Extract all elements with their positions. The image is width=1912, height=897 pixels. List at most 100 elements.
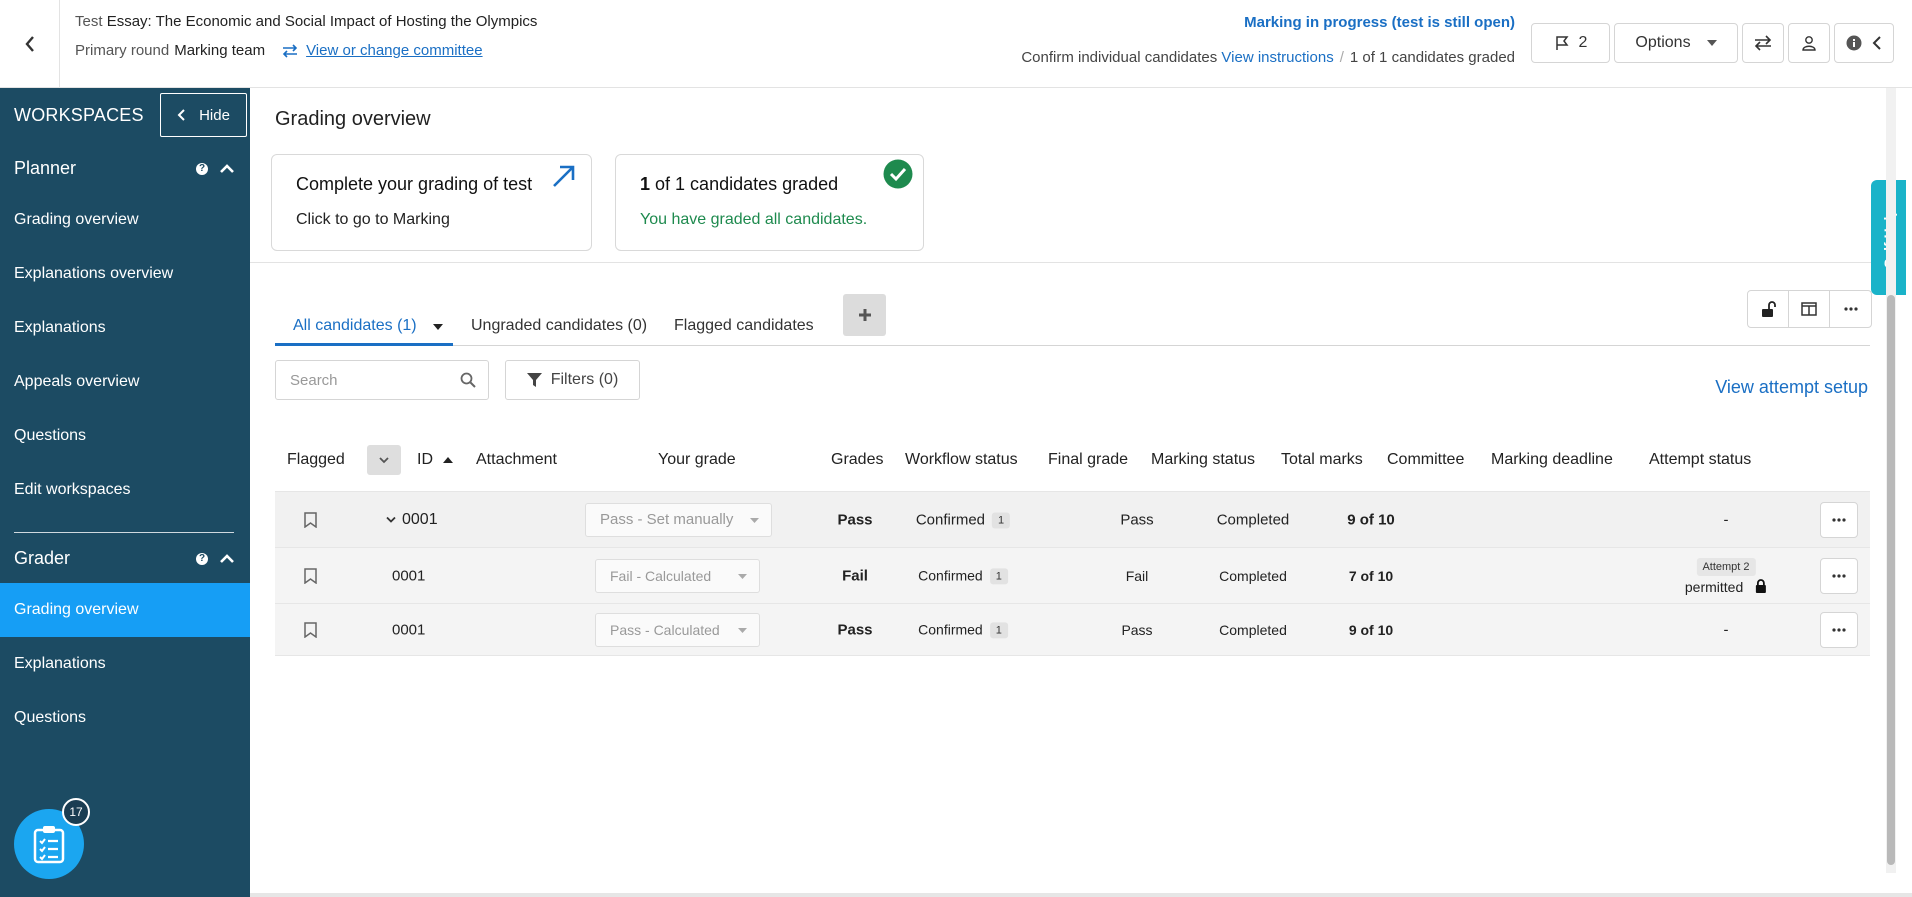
table-row[interactable]: 0001 Fail - Calculated Fail Confirmed 1 F…	[275, 547, 1870, 603]
sort-asc-icon	[443, 456, 454, 463]
tab-all-candidates[interactable]: All candidates (1)	[275, 306, 453, 346]
chevron-left-icon	[1872, 36, 1881, 50]
tab-flagged-candidates[interactable]: Flagged candidates	[674, 306, 814, 346]
add-tab-button[interactable]	[843, 294, 886, 336]
marking-card-title: Complete your grading of test	[296, 174, 533, 194]
user-button[interactable]	[1788, 23, 1830, 63]
caret-down-icon	[738, 573, 747, 579]
flags-button[interactable]: 2	[1531, 23, 1610, 63]
workflow-count-badge: 1	[992, 512, 1011, 529]
workflow-status-label: Confirmed	[918, 620, 983, 637]
info-icon	[1846, 35, 1862, 51]
table-row[interactable]: 0001 Pass - Set manually Pass Confirmed 1…	[275, 491, 1870, 547]
more-tools-button[interactable]	[1830, 291, 1871, 327]
help-icon[interactable]: ?	[196, 162, 208, 175]
col-grades[interactable]: Grades	[831, 451, 883, 469]
more-icon	[1843, 307, 1858, 311]
chevron-up-icon[interactable]	[220, 554, 234, 563]
sidebar-item-appeals-overview[interactable]: Appeals overview	[0, 355, 250, 409]
sidebar-item-planner-grading-overview[interactable]: Grading overview	[0, 193, 250, 247]
your-grade-select[interactable]: Pass - Calculated	[595, 612, 760, 647]
chevron-up-icon[interactable]	[220, 164, 234, 173]
planner-section-header[interactable]: Planner ?	[14, 158, 234, 179]
view-instructions-link[interactable]: View instructions	[1221, 49, 1333, 66]
your-grade-value: Pass - Set manually	[600, 511, 734, 528]
round-line: Primary round Marking team View or chang…	[75, 42, 483, 59]
view-attempt-setup-link[interactable]: View attempt setup	[1715, 377, 1868, 398]
sidebar-item-grader-grading-overview[interactable]: Grading overview	[0, 583, 250, 637]
col-attachment[interactable]: Attachment	[476, 451, 557, 469]
col-marking-status[interactable]: Marking status	[1151, 451, 1255, 469]
attempt-status-value: -	[1723, 511, 1729, 528]
filters-button[interactable]: Filters (0)	[505, 360, 640, 400]
grader-title: Grader	[14, 548, 71, 568]
planner-title: Planner	[14, 158, 77, 178]
top-header: Test Essay: The Economic and Social Impa…	[0, 0, 1912, 88]
bookmark-icon[interactable]	[304, 511, 317, 528]
col-total-marks[interactable]: Total marks	[1281, 451, 1363, 469]
sidebar-item-planner-explanations[interactable]: Explanations	[0, 301, 250, 355]
go-to-marking-card[interactable]: Complete your grading of test Click to g…	[271, 154, 592, 251]
col-id[interactable]: ID	[417, 451, 454, 469]
col-workflow-status[interactable]: Workflow status	[905, 451, 1018, 469]
chevron-down-icon[interactable]	[386, 516, 396, 523]
sidebar-item-grader-explanations[interactable]: Explanations	[0, 637, 250, 691]
tab-label: All candidates (1)	[293, 317, 417, 334]
swap-icon	[282, 43, 298, 58]
sidebar-item-grader-questions[interactable]: Questions	[0, 691, 250, 745]
info-panel-button[interactable]	[1834, 23, 1894, 63]
switch-button[interactable]	[1742, 23, 1784, 63]
col-attempt-status[interactable]: Attempt status	[1649, 451, 1751, 469]
row-more-button[interactable]	[1820, 611, 1858, 648]
attempt-status-cell: Attempt 2 permitted	[1685, 557, 1767, 595]
swap-arrows-icon	[1754, 35, 1772, 51]
your-grade-value: Pass - Calculated	[610, 621, 720, 638]
test-title: Essay: The Economic and Social Impact of…	[106, 13, 538, 30]
scrollbar-thumb[interactable]	[1887, 295, 1895, 865]
change-committee-link[interactable]: View or change committee	[306, 42, 482, 59]
bookmark-icon[interactable]	[304, 567, 317, 584]
col-marking-deadline[interactable]: Marking deadline	[1491, 451, 1613, 469]
attempt-badge: Attempt 2	[1696, 557, 1756, 576]
search-input[interactable]	[276, 361, 446, 399]
user-icon	[1802, 36, 1816, 51]
options-button[interactable]: Options	[1614, 23, 1738, 63]
filters-label: Filters (0)	[550, 371, 619, 388]
your-grade-value: Fail - Calculated	[610, 567, 712, 584]
lock-icon	[1756, 578, 1767, 593]
col-your-grade[interactable]: Your grade	[658, 451, 736, 469]
your-grade-select[interactable]: Pass - Set manually	[585, 502, 772, 537]
confirm-label: Confirm individual candidates	[1021, 49, 1218, 66]
row-more-button[interactable]	[1820, 501, 1858, 538]
help-icon[interactable]: ?	[196, 552, 208, 565]
col-committee[interactable]: Committee	[1387, 451, 1464, 469]
flag-count: 2	[1578, 34, 1588, 51]
sidebar-item-explanations-overview[interactable]: Explanations overview	[0, 247, 250, 301]
sidebar-item-edit-workspaces[interactable]: Edit workspaces	[0, 463, 250, 517]
sidebar-item-planner-questions[interactable]: Questions	[0, 409, 250, 463]
marking-status-value: Completed	[1219, 621, 1287, 638]
final-grade-value: Pass	[1120, 511, 1154, 528]
filter-icon	[526, 373, 542, 387]
caret-down-icon[interactable]	[433, 324, 444, 330]
workspaces-sidebar: WORKSPACES Hide Planner ? Grading overvi…	[0, 88, 250, 897]
columns-button[interactable]	[1789, 291, 1830, 327]
search-icon[interactable]	[460, 372, 476, 388]
check-circle-icon	[883, 159, 913, 189]
unlock-button[interactable]	[1748, 291, 1789, 327]
table-row[interactable]: 0001 Pass - Calculated Pass Confirmed 1 P…	[275, 603, 1870, 656]
col-flagged[interactable]: Flagged	[287, 451, 345, 469]
workflow-count-badge: 1	[989, 568, 1008, 585]
col-final-grade[interactable]: Final grade	[1048, 451, 1128, 469]
bookmark-icon[interactable]	[304, 621, 317, 638]
workspaces-title: WORKSPACES	[14, 105, 144, 125]
row-more-button[interactable]	[1820, 557, 1858, 594]
tab-ungraded-candidates[interactable]: Ungraded candidates (0)	[471, 306, 647, 346]
grader-section-header[interactable]: Grader ?	[14, 548, 234, 569]
expand-all-button[interactable]	[367, 445, 401, 475]
graded-summary: 1 of 1 candidates graded	[1349, 49, 1515, 66]
your-grade-select[interactable]: Fail - Calculated	[595, 558, 760, 593]
back-button[interactable]	[0, 0, 60, 87]
hide-sidebar-button[interactable]: Hide	[160, 93, 247, 137]
chevron-left-icon	[24, 35, 34, 52]
